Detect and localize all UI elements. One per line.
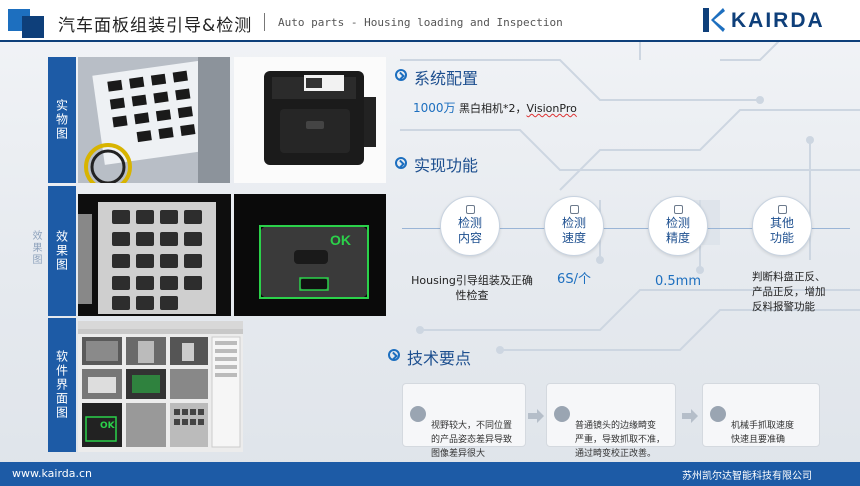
config-desc: 黑白相机*2， (455, 102, 527, 115)
search-icon (410, 406, 426, 422)
arrow-right-icon (528, 409, 544, 423)
system-config-heading: 系统配置 (414, 69, 479, 88)
header-divider (264, 13, 265, 31)
function-label-content: 检测 内容 (457, 216, 482, 245)
tech-point-2: 普通镜头的边缘畸变 严重，导致抓取不准， 通过畸变校正改善。 (546, 383, 676, 459)
function-circle-other: 其他 功能 (752, 196, 812, 256)
refresh-icon (554, 406, 570, 422)
system-config-text: 1000万 黑白相机*2，VisionPro (413, 99, 577, 116)
photo-effect-tray (78, 194, 231, 316)
ok-result-text: OK (330, 232, 351, 248)
photo-housing-part (234, 57, 386, 183)
function-circle-speed: 检测 速度 (544, 196, 604, 256)
function-label-other: 其他 功能 (769, 216, 794, 245)
logo-k-icon (703, 8, 725, 32)
arrow-circle-icon-2 (395, 157, 407, 169)
config-resolution: 1000万 (413, 101, 456, 115)
label-software: 软件界面图 (48, 318, 76, 452)
function-label-speed: 检测 速度 (561, 216, 586, 245)
function-value-speed: 6S/个 (557, 272, 591, 287)
footer-url[interactable]: www.kairda.cn (12, 467, 92, 480)
footer-company: 苏州凯尔达智能科技有限公司 (682, 471, 812, 482)
function-circle-content: 检测 内容 (440, 196, 500, 256)
config-visionpro: VisionPro (526, 102, 577, 115)
page-title: 汽车面板组装引导&检测 (58, 16, 253, 36)
header-square-icon-2 (22, 16, 44, 38)
function-circle-precision: 检测 精度 (648, 196, 708, 256)
ghost-label: 效果图 (30, 230, 41, 266)
tech-point-1: 视野较大，不同位置 的产品姿态差异导致 图像差异很大 (402, 383, 526, 459)
page-subtitle: Auto parts - Housing loading and Inspect… (278, 16, 563, 29)
functions-heading: 实现功能 (414, 156, 479, 175)
rocket-icon (569, 205, 579, 214)
function-value-content: Housing引导组装及正确 性检查 (411, 274, 533, 302)
photo-effect-ok: OK (234, 194, 386, 316)
ok-small-text: OK (100, 421, 115, 431)
ruler-icon (673, 205, 683, 214)
tech-heading: 技术要点 (407, 349, 472, 368)
header-underline (0, 40, 860, 42)
slide: 汽车面板组装引导&检测 Auto parts - Housing loading… (0, 0, 860, 486)
label-effect: 效果图 (48, 186, 76, 316)
software-ui-screenshot: OK (78, 321, 243, 452)
tech-point-3: 机械手抓取速度 快速且要准确 (702, 383, 820, 447)
tech-point-2-text: 普通镜头的边缘畸变 严重，导致抓取不准， 通过畸变校正改善。 (575, 421, 666, 459)
arrow-circle-icon (395, 69, 407, 81)
logo-text: KAIRDA (731, 9, 825, 32)
function-value-precision: 0.5mm (654, 274, 701, 289)
label-real-photo: 实物图 (48, 57, 76, 183)
tech-point-3-text: 机械手抓取速度 快速且要准确 (731, 421, 795, 445)
function-value-other: 判断料盘正反、 产品正反，增加 反料报警功能 (752, 271, 826, 313)
arrow-circle-icon-3 (388, 349, 400, 361)
kairda-logo: KAIRDA (703, 8, 843, 34)
photo-tray-machine (78, 57, 230, 183)
cube-icon (777, 205, 787, 214)
header-bar: 汽车面板组装引导&检测 Auto parts - Housing loading… (0, 0, 860, 42)
robot-arm-icon (710, 406, 726, 422)
footer-bar: www.kairda.cn 苏州凯尔达智能科技有限公司 (0, 462, 860, 486)
arrow-right-icon-2 (682, 409, 698, 423)
document-icon (465, 205, 475, 214)
function-label-precision: 检测 精度 (665, 216, 690, 245)
